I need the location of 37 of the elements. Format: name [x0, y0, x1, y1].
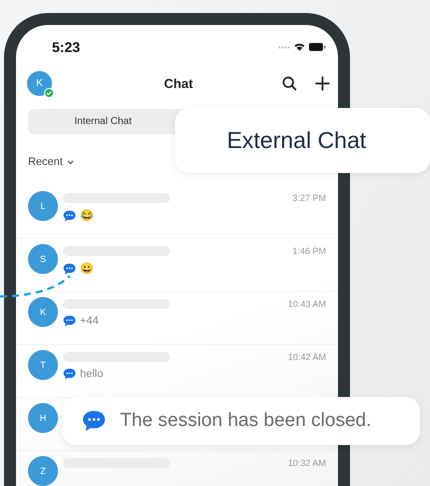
sms-bubble-icon: [63, 368, 76, 380]
contact-avatar: K: [28, 297, 58, 327]
signal-dots-icon: [278, 46, 290, 48]
status-time: 5:23: [52, 39, 80, 55]
chevron-down-icon: [66, 160, 74, 164]
callout-message: The session has been closed.: [120, 410, 372, 432]
contact-avatar: L: [28, 191, 58, 221]
message-time: 10:42 AM: [288, 351, 326, 364]
message-preview: +44: [80, 315, 99, 327]
external-chat-tooltip: External Chat: [175, 108, 430, 173]
chat-type-tab[interactable]: Internal Chat: [28, 109, 178, 134]
sms-bubble-icon: [63, 210, 76, 222]
message-time: 3:27 PM: [292, 192, 326, 205]
message-preview: 😀: [80, 262, 94, 275]
chat-list-item[interactable]: S 😀 1:46 PM: [16, 239, 338, 292]
sms-bubble-icon: [82, 410, 106, 432]
chat-list-item[interactable]: K +44 10:43 AM: [16, 292, 338, 345]
message-time: 10:43 AM: [288, 298, 326, 311]
chat-list-item[interactable]: L 😂 3:27 PM: [16, 186, 338, 239]
recent-filter-dropdown[interactable]: Recent: [28, 156, 74, 168]
screen-title: Chat: [164, 76, 193, 90]
add-icon[interactable]: [315, 76, 330, 90]
message-time: 10:32 AM: [288, 457, 326, 470]
battery-icon: [309, 43, 326, 51]
message-preview: hello: [80, 368, 104, 380]
sms-bubble-icon: [63, 262, 76, 274]
message-time: 1:46 PM: [292, 245, 326, 258]
message-preview: 😂: [80, 209, 94, 222]
search-icon[interactable]: [282, 76, 297, 90]
contact-avatar: S: [28, 244, 58, 274]
wifi-icon: [294, 43, 305, 51]
chat-list-item[interactable]: Z 10:32 AM: [16, 451, 338, 486]
sms-bubble-icon: [63, 315, 76, 327]
contact-avatar: Z: [28, 456, 58, 486]
contact-avatar: T: [28, 350, 58, 380]
contact-avatar: H: [28, 403, 58, 433]
user-avatar[interactable]: K: [27, 70, 52, 96]
